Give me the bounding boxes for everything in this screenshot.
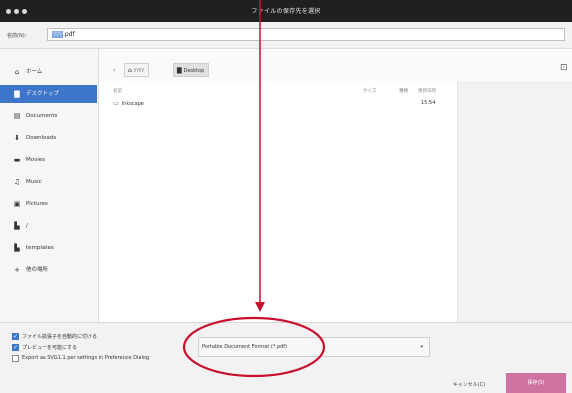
file-modified-cell: 15:54 xyxy=(421,100,436,106)
export-svg-label: Export as SVG1.1 per settings in Prefere… xyxy=(22,355,150,361)
path-bar: ‹ ⌂ ｿｿｿｿ ▇ Desktop ⊡ xyxy=(99,49,572,81)
window-titlebar: ファイルの保存先を選択 xyxy=(0,0,572,22)
desktop-icon: ▇ xyxy=(14,90,20,98)
folder-icon: ▭ xyxy=(113,100,119,107)
sidebar-item-home[interactable]: ⌂ ホーム xyxy=(0,63,97,81)
home-icon: ⌂ xyxy=(14,68,20,76)
filename-selected-text: ｿｿｿ xyxy=(52,31,64,38)
column-header-modified[interactable]: 更新日時 xyxy=(418,88,436,94)
sidebar-item-movies[interactable]: ▬ Movies xyxy=(0,151,97,169)
sidebar-item-desktop[interactable]: ▇ デスクトップ xyxy=(0,85,97,103)
movies-icon: ▬ xyxy=(13,156,21,164)
options-panel: ✓ ファイル拡張子を自動的に付ける ✓ プレビューを可能にする Export a… xyxy=(0,322,572,393)
filename-bar: 名前(N): ｿｿｿ.pdf xyxy=(0,22,572,49)
sidebar-item-label: デスクトップ xyxy=(26,91,60,97)
preview-checkbox[interactable]: ✓ xyxy=(12,344,19,351)
chevron-down-icon: ▾ xyxy=(420,344,423,350)
sidebar-item-root[interactable]: ▙ / xyxy=(0,217,97,235)
window-title: ファイルの保存先を選択 xyxy=(251,8,321,15)
sidebar-item-label: / xyxy=(26,223,28,229)
desktop-icon: ▇ xyxy=(177,67,182,74)
drive-icon: ▙ xyxy=(14,222,20,230)
column-header-size[interactable]: サイズ xyxy=(363,88,376,94)
auto-extension-checkbox[interactable]: ✓ xyxy=(12,333,19,340)
sidebar-item-pictures[interactable]: ▣ Pictures xyxy=(0,195,97,213)
file-format-value: Portable Document Format (*.pdf) xyxy=(202,344,288,350)
sidebar-item-downloads[interactable]: ⬇ Downloads xyxy=(0,129,97,147)
preview-label: プレビューを可能にする xyxy=(22,345,78,351)
sidebar-item-label: Music xyxy=(26,179,42,185)
cancel-button[interactable]: キャンセル(C) xyxy=(441,378,497,392)
export-svg-checkbox[interactable] xyxy=(12,355,19,362)
sidebar-item-templates[interactable]: ▙ templates xyxy=(0,239,97,257)
sidebar-item-label: templates xyxy=(26,245,54,251)
filename-input[interactable]: ｿｿｿ.pdf xyxy=(47,28,565,41)
breadcrumb-desktop[interactable]: ▇ Desktop xyxy=(173,63,210,77)
file-name: Inkscape xyxy=(121,101,144,107)
downloads-icon: ⬇ xyxy=(14,134,20,142)
auto-extension-label: ファイル拡張子を自動的に付ける xyxy=(22,334,98,340)
sidebar-item-label: 他の場所 xyxy=(26,267,49,273)
music-icon: ♫ xyxy=(13,178,21,186)
file-format-select[interactable]: Portable Document Format (*.pdf) ▾ xyxy=(198,337,430,357)
file-list: 名前 サイズ 種類 更新日時 ▭ Inkscape 15:54 xyxy=(99,81,457,322)
places-sidebar: ⌂ ホーム ▇ デスクトップ ▤ Documents ⬇ Downloads ▬… xyxy=(0,49,99,322)
sidebar-item-documents[interactable]: ▤ Documents xyxy=(0,107,97,125)
pictures-icon: ▣ xyxy=(13,200,21,208)
breadcrumb-home[interactable]: ⌂ ｿｿｿｿ xyxy=(124,63,149,77)
new-folder-icon[interactable]: ⊡ xyxy=(560,63,568,73)
column-header-kind[interactable]: 種類 xyxy=(399,88,408,94)
breadcrumb-label: ｿｿｿｿ xyxy=(133,68,144,74)
filename-label: 名前(N): xyxy=(7,33,27,39)
preview-pane xyxy=(457,81,572,322)
home-icon: ⌂ xyxy=(128,67,132,74)
file-name-cell: ▭ Inkscape xyxy=(113,100,144,107)
sidebar-item-label: Documents xyxy=(26,113,58,119)
sidebar-item-label: Pictures xyxy=(26,201,48,207)
filename-extension-text: .pdf xyxy=(63,31,75,38)
save-button[interactable]: 保存(S) xyxy=(506,373,566,393)
column-header-name[interactable]: 名前 xyxy=(113,88,122,94)
path-back-icon[interactable]: ‹ xyxy=(113,67,115,74)
breadcrumb-label: Desktop xyxy=(183,68,205,74)
plus-icon: + xyxy=(14,266,20,274)
sidebar-item-other-locations[interactable]: + 他の場所 xyxy=(0,261,97,279)
sidebar-item-music[interactable]: ♫ Music xyxy=(0,173,97,191)
documents-icon: ▤ xyxy=(13,112,21,120)
folder-icon: ▙ xyxy=(14,244,20,252)
sidebar-item-label: Movies xyxy=(26,157,46,163)
sidebar-item-label: ホーム xyxy=(26,69,43,75)
sidebar-item-label: Downloads xyxy=(26,135,57,141)
